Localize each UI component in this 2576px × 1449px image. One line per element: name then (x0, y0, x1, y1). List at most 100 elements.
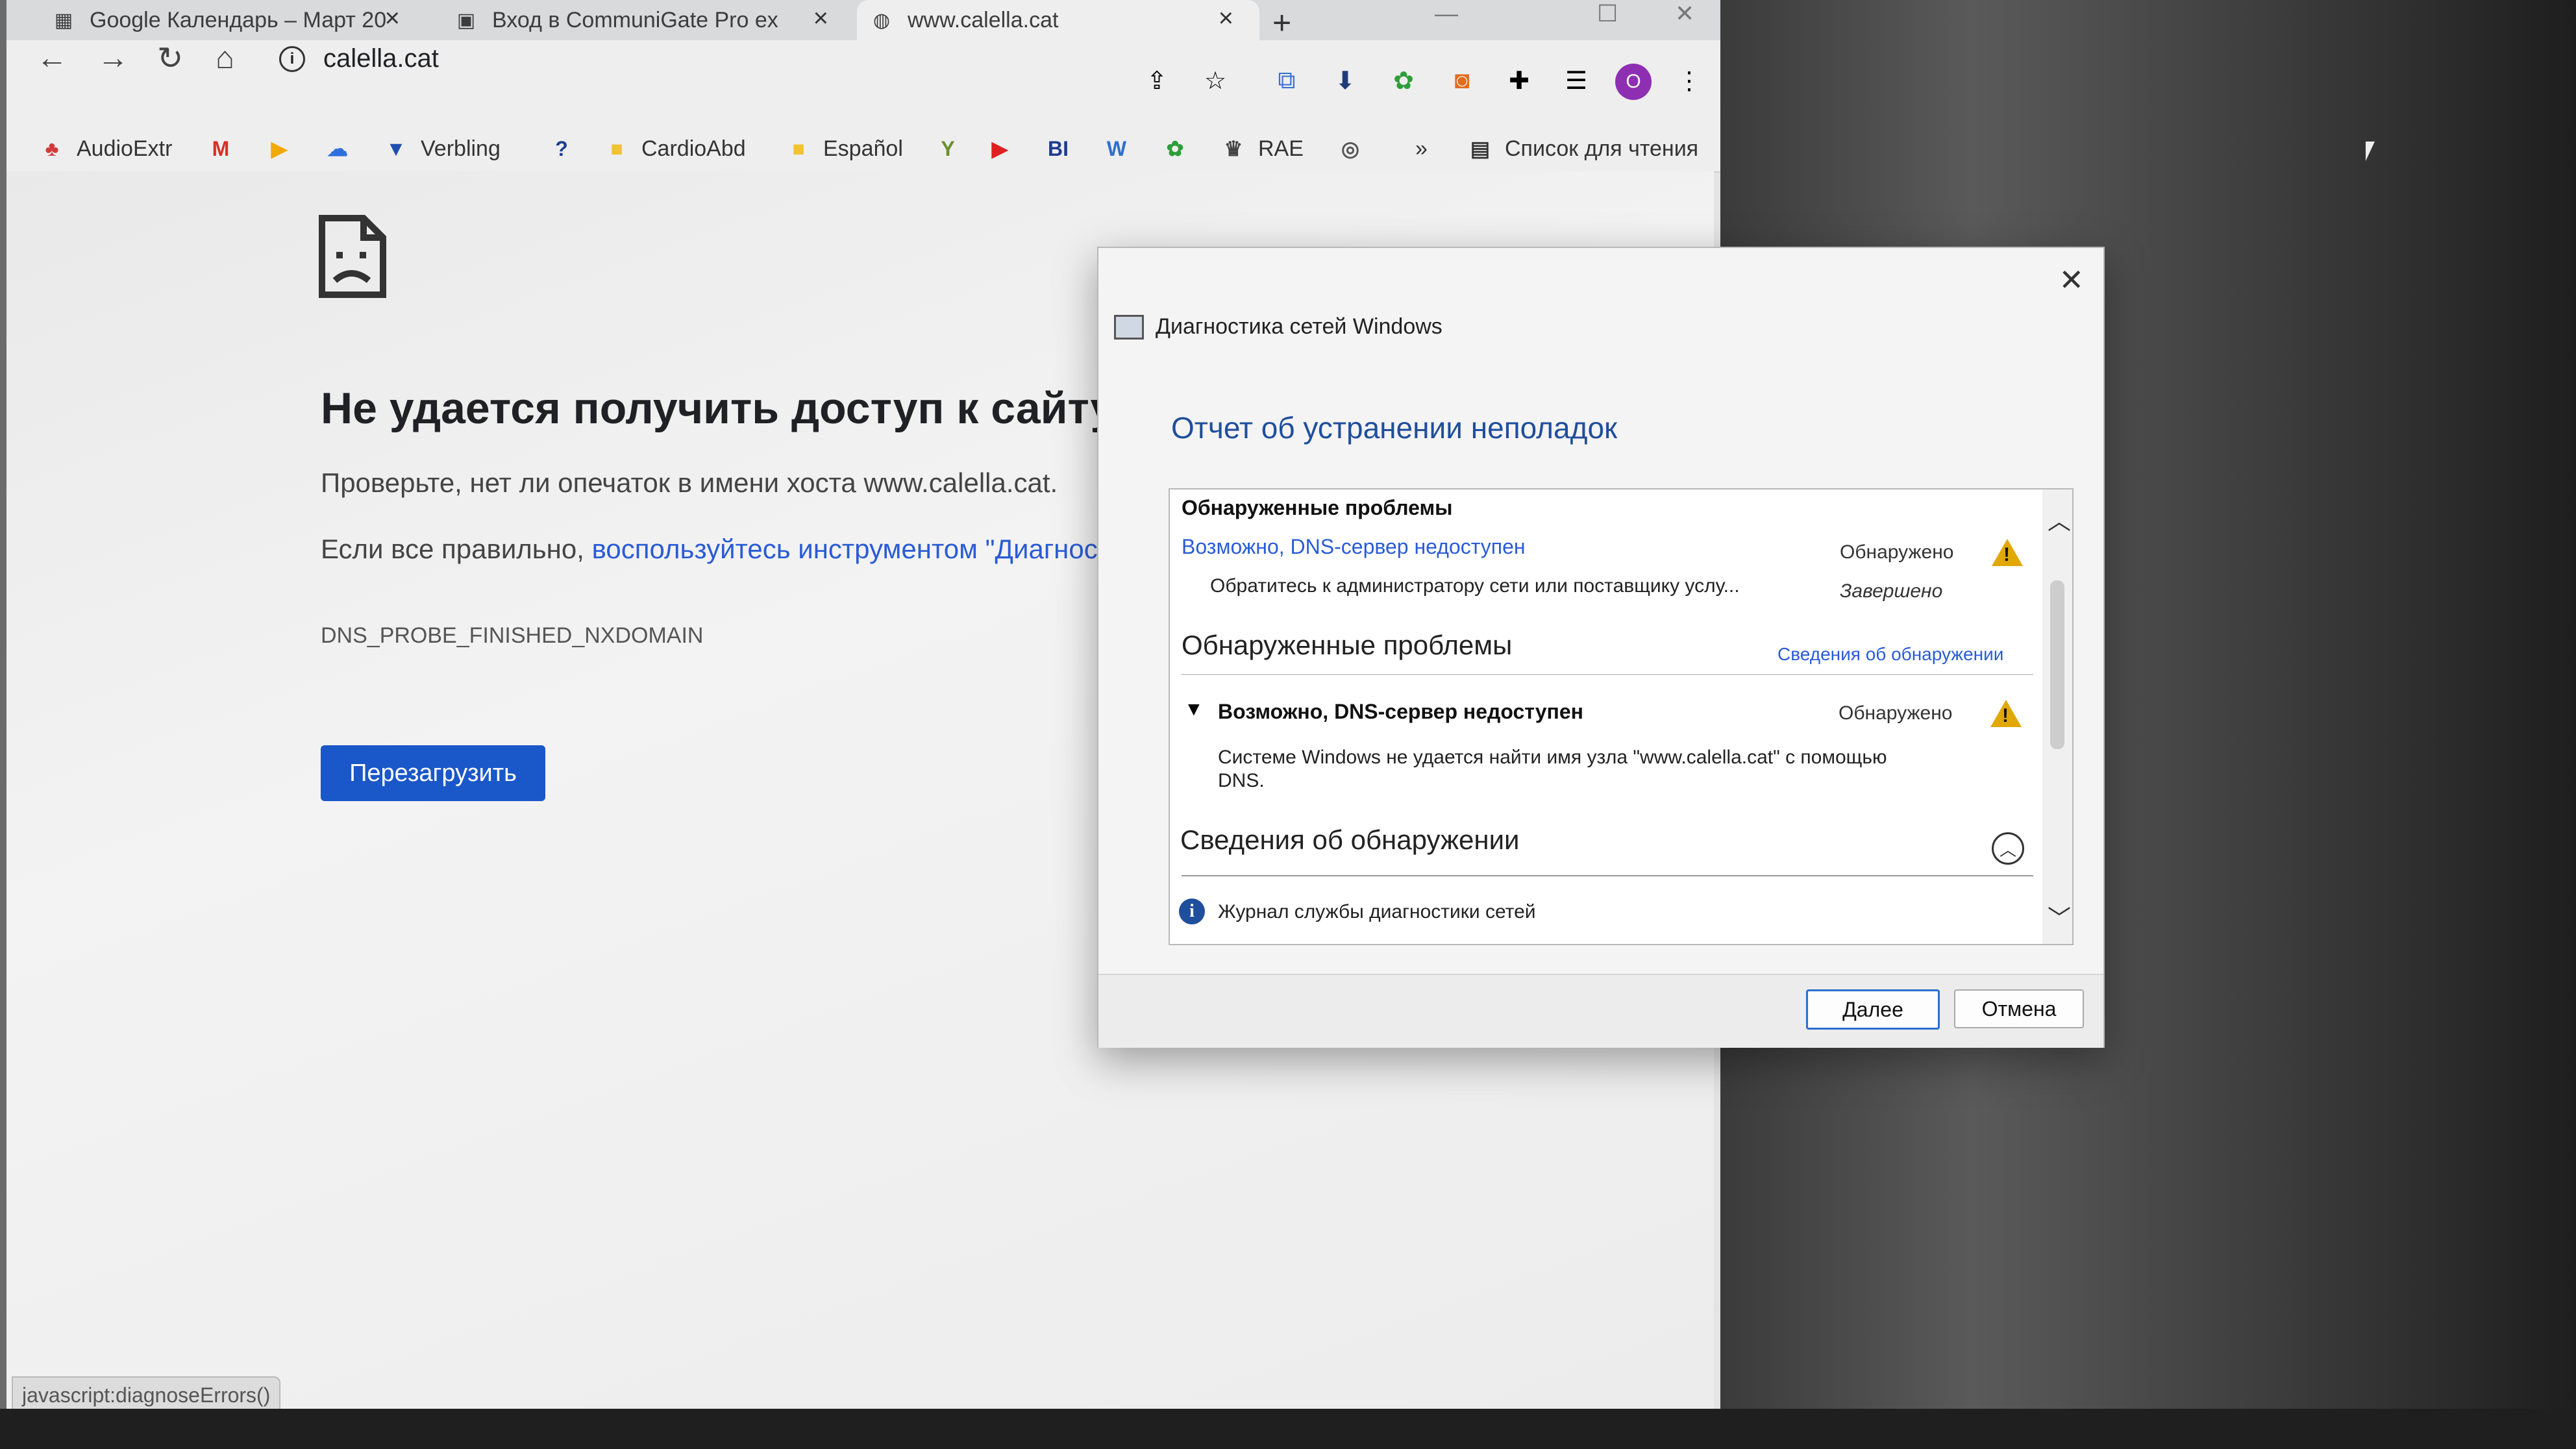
site-info-icon[interactable]: i (279, 45, 305, 72)
evernote-icon: ✿ (1166, 137, 1184, 160)
close-window-icon[interactable]: ✕ (1675, 0, 1694, 27)
browser-toolbar: ← → ↻ ⌂ i calella.cat ⇪ ☆ ⧉ ⬇ ✿ ◙ ✚ ☰ O … (6, 40, 1720, 126)
section-problems-title: Обнаруженные проблемы (1182, 630, 1513, 660)
bookmark-label: AudioExtr (77, 136, 173, 161)
bookmark-bi[interactable]: BI (1045, 126, 1083, 171)
reading-list-icon: ▤ (1470, 137, 1491, 160)
close-icon[interactable]: × (1219, 4, 1233, 33)
play-icon: ▶ (271, 137, 288, 160)
bookmark-espanol[interactable]: ■ Español (786, 126, 903, 171)
gmail-icon: M (212, 136, 230, 160)
rss-icon[interactable]: ◙ (1448, 66, 1476, 95)
help-icon: ? (555, 136, 568, 160)
reading-list-icon[interactable]: ☰ (1562, 66, 1591, 95)
bookmark-wp[interactable]: W (1104, 126, 1141, 171)
menu-icon[interactable]: ⋮ (1675, 66, 1703, 95)
download-icon[interactable]: ⬇ (1331, 66, 1359, 95)
tab-communigate[interactable]: ▣ Вход в CommuniGate Pro ex × (454, 0, 844, 40)
cloud-icon: ☁ (327, 137, 348, 160)
profile-avatar[interactable]: O (1615, 64, 1652, 100)
star-icon[interactable]: ☆ (1201, 66, 1230, 95)
log-label[interactable]: Журнал службы диагностики сетей (1218, 901, 1536, 923)
bookmark-cloud[interactable]: ☁ (325, 126, 362, 171)
detail-description-cont: DNS. (1218, 770, 1265, 791)
bookmark-label: Verbling (421, 136, 501, 161)
collapse-circle-icon[interactable]: ︿ (1992, 832, 2024, 865)
bookmarks-bar: ♣ AudioExtr M ▶ ☁ ▼ Verbling ? ■ CardioA… (6, 126, 1720, 173)
reading-list-button[interactable]: ▤ Список для чтения (1467, 126, 1698, 171)
back-icon[interactable]: ← (36, 40, 68, 76)
error-hint: Проверьте, нет ли опечаток в имени хоста… (321, 467, 1058, 498)
diagnostics-link[interactable]: воспользуйтесь инструментом "Диагнос (592, 534, 1098, 564)
bookmarks-overflow-button[interactable]: » (1415, 126, 1428, 171)
bookmark-help[interactable]: ? (549, 126, 586, 171)
folder-icon: ■ (610, 136, 623, 160)
warning-icon (1992, 539, 2023, 566)
mouse-cursor-icon (2366, 142, 2375, 161)
error-title: Не удается получить доступ к сайту (321, 384, 1115, 433)
divider (1182, 674, 2033, 675)
bookmark-evernote[interactable]: ✿ (1162, 126, 1200, 171)
close-icon[interactable]: × (385, 4, 400, 33)
address-bar[interactable]: i calella.cat (279, 44, 439, 73)
tab-calella[interactable]: ◍ www.calella.cat × (857, 0, 1259, 40)
close-icon[interactable]: × (813, 4, 828, 33)
new-tab-button[interactable]: + (1272, 4, 1291, 42)
network-diagnostics-dialog: ✕ Диагностика сетей Windows Отчет об уст… (1097, 247, 2105, 1048)
url-text[interactable]: calella.cat (323, 44, 439, 73)
dialog-title: Диагностика сетей Windows (1156, 314, 1443, 339)
sync-icon: ◎ (1341, 137, 1359, 160)
info-icon: i (1179, 898, 1205, 924)
forward-icon[interactable]: → (97, 40, 129, 76)
reload-icon[interactable]: ↻ (157, 40, 183, 77)
problem-action: Обратитесь к администратору сети или пос… (1210, 575, 1740, 597)
tab-google-calendar[interactable]: ▦ Google Календарь – Март 20 × (52, 0, 415, 40)
warning-icon (1990, 700, 2022, 727)
bookmark-y[interactable]: Y (935, 126, 972, 171)
bookmark-audioextr[interactable]: ♣ AudioExtr (39, 126, 173, 171)
suggestion-prefix: Если все правильно, (321, 534, 592, 564)
scroll-up-icon[interactable]: ︿ (2048, 502, 2071, 536)
bookmark-play[interactable]: ▶ (266, 126, 304, 171)
evernote-ext-icon[interactable]: ✿ (1389, 66, 1418, 95)
audioextr-icon: ♣ (45, 136, 59, 160)
scroll-thumb[interactable] (2050, 580, 2064, 749)
next-button[interactable]: Далее (1806, 989, 1940, 1030)
communigate-icon: ▣ (456, 9, 476, 31)
bookmark-verbling[interactable]: ▼ Verbling (383, 126, 501, 171)
home-icon[interactable]: ⌂ (216, 40, 234, 76)
detail-status: Обнаружено (1839, 702, 1953, 724)
section-detection-details-title: Сведения об обнаружении (1180, 824, 1520, 855)
bookmark-sync[interactable]: ◎ (1337, 126, 1375, 171)
scroll-down-icon[interactable]: ﹀ (2048, 900, 2071, 934)
reload-button[interactable]: Перезагрузить (321, 745, 545, 801)
translate-icon[interactable]: ⧉ (1272, 66, 1301, 95)
bookmark-rae[interactable]: ♛ RAE (1220, 126, 1304, 171)
tab-title: www.calella.cat (908, 7, 1059, 32)
close-icon[interactable]: ✕ (2059, 262, 2084, 297)
network-diagnostics-icon (1114, 314, 1144, 340)
reading-list-label: Список для чтения (1505, 136, 1699, 161)
panel-scrollbar[interactable]: ︿ ﹀ (2042, 489, 2072, 944)
bookmark-gmail[interactable]: M (208, 126, 245, 171)
report-panel: Обнаруженные проблемы Возможно, DNS-серв… (1169, 488, 2074, 945)
tab-title: Вход в CommuniGate Pro ex (492, 7, 778, 32)
wp-icon: W (1106, 136, 1127, 160)
bookmark-cardioabd[interactable]: ■ CardioAbd (604, 126, 745, 171)
extensions-icon[interactable]: ✚ (1505, 66, 1533, 95)
divider (1182, 875, 2033, 876)
minimize-icon[interactable]: — (1435, 0, 1458, 27)
monitor-bezel (0, 1409, 2576, 1449)
problem-link[interactable]: Возможно, DNS-сервер недоступен (1182, 535, 1526, 559)
chevron-more-icon: » (1415, 136, 1428, 161)
maximize-icon[interactable]: ☐ (1597, 0, 1618, 27)
calendar-icon: ▦ (54, 9, 73, 31)
bookmark-youtube[interactable]: ▶ (987, 126, 1024, 171)
cancel-button[interactable]: Отмена (1954, 989, 2084, 1028)
collapse-triangle-icon[interactable]: ▼ (1184, 699, 1204, 721)
section-problems-header: Обнаруженные проблемы (1182, 496, 1453, 519)
bi-icon: BI (1048, 136, 1069, 160)
detection-details-link[interactable]: Сведения об обнаружении (1777, 644, 2003, 665)
share-icon[interactable]: ⇪ (1143, 66, 1171, 95)
rae-icon: ♛ (1224, 137, 1243, 160)
